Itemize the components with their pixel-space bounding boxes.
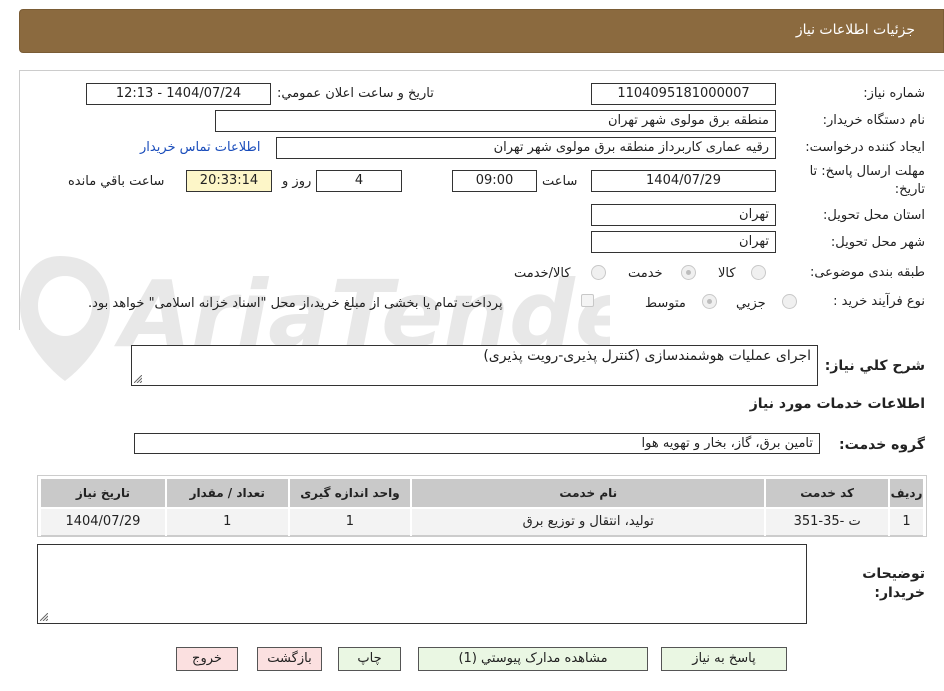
service-group-field: تامین برق، گاز، بخار و تهویه هوا xyxy=(134,433,820,454)
cell-service-code: ت -35-351 xyxy=(764,507,891,536)
resize-grip-icon[interactable] xyxy=(40,613,48,621)
col-quantity: تعداد / مقدار xyxy=(164,477,290,509)
table-header-row: ردیف کد خدمت نام خدمت واحد اندازه گیری ت… xyxy=(39,477,925,509)
category-goods-label: کالا xyxy=(718,266,736,281)
col-service-name: نام خدمت xyxy=(410,477,767,509)
resize-grip-icon[interactable] xyxy=(134,375,142,383)
process-minor-label: جزيي xyxy=(736,296,766,311)
need-number-field: 1104095181000007 xyxy=(591,83,776,105)
need-number-label: شماره نیاز: xyxy=(863,86,925,101)
back-button[interactable]: بازگشت xyxy=(257,647,322,671)
table-row: 1 ت -35-351 تولید، انتقال و توزیع برق 1 … xyxy=(39,507,925,536)
requester-label: ایجاد کننده درخواست: xyxy=(805,140,925,155)
days-field: 4 xyxy=(316,170,402,192)
remaining-label: ساعت باقي مانده xyxy=(68,174,165,189)
time-label: ساعت xyxy=(542,174,578,189)
cell-unit: 1 xyxy=(287,507,413,536)
province-field: تهران xyxy=(591,204,776,226)
cell-service-name: تولید، انتقال و توزیع برق xyxy=(410,507,767,536)
category-both-radio[interactable] xyxy=(591,265,606,280)
col-need-date: تاریخ نیاز xyxy=(39,477,167,509)
cell-quantity: 1 xyxy=(164,507,290,536)
service-group-label: گروه خدمت: xyxy=(839,437,925,453)
buyer-org-label: نام دستگاه خریدار: xyxy=(822,113,925,128)
deadline-time-field: 09:00 xyxy=(452,170,537,192)
notes-label: توضیحات xyxy=(862,566,925,582)
page-header: جزئیات اطلاعات نیاز xyxy=(19,9,944,53)
page-title: جزئیات اطلاعات نیاز xyxy=(795,22,915,38)
process-medium-radio[interactable] xyxy=(702,294,717,309)
col-unit: واحد اندازه گیری xyxy=(287,477,413,509)
services-section-title: اطلاعات خدمات مورد نیاز xyxy=(749,396,925,412)
description-label: شرح کلي نیاز: xyxy=(824,358,925,374)
payment-note: پرداخت تمام یا بخشی از مبلغ خرید،از محل … xyxy=(88,296,503,311)
city-field: تهران xyxy=(591,231,776,253)
process-minor-radio[interactable] xyxy=(782,294,797,309)
category-goods-radio[interactable] xyxy=(751,265,766,280)
deadline-label: مهلت ارسال پاسخ: تا xyxy=(809,164,925,179)
col-row-number: ردیف xyxy=(888,477,925,509)
days-label: روز و xyxy=(282,174,312,189)
process-label: نوع فرآیند خرید : xyxy=(833,294,925,309)
description-textarea[interactable]: اجرای عملیات هوشمندسازی (کنترل پذیری-روی… xyxy=(131,345,818,386)
category-service-label: خدمت xyxy=(628,266,663,281)
remaining-time-field: 20:33:14 xyxy=(186,170,272,192)
announce-label: تاریخ و ساعت اعلان عمومي: xyxy=(277,86,434,101)
cell-row-number: 1 xyxy=(888,507,925,536)
category-both-label: کالا/خدمت xyxy=(514,266,571,281)
col-service-code: کد خدمت xyxy=(764,477,891,509)
reply-button[interactable]: پاسخ به نیاز xyxy=(661,647,787,671)
services-table: ردیف کد خدمت نام خدمت واحد اندازه گیری ت… xyxy=(39,477,925,536)
process-medium-label: متوسط xyxy=(645,296,686,311)
details-panel xyxy=(19,70,944,330)
category-label: طبقه بندی موضوعی: xyxy=(809,265,925,280)
cell-need-date: 1404/07/29 xyxy=(39,507,167,536)
description-text: اجرای عملیات هوشمندسازی (کنترل پذیری-روی… xyxy=(483,348,811,364)
exit-button[interactable]: خروج xyxy=(176,647,238,671)
view-attachments-button[interactable]: مشاهده مدارک پیوستي (1) xyxy=(418,647,648,671)
treasury-checkbox[interactable] xyxy=(581,294,594,307)
deadline-date-field: 1404/07/29 xyxy=(591,170,776,192)
print-button[interactable]: چاپ xyxy=(338,647,401,671)
category-service-radio[interactable] xyxy=(681,265,696,280)
province-label: استان محل تحویل: xyxy=(823,208,925,223)
notes-label-buyer: خریدار: xyxy=(874,585,925,601)
notes-textarea[interactable] xyxy=(37,544,807,624)
buyer-contact-link[interactable]: اطلاعات تماس خریدار xyxy=(140,140,260,155)
city-label: شهر محل تحویل: xyxy=(830,235,925,250)
announce-field: 1404/07/24 - 12:13 xyxy=(86,83,271,105)
deadline-label-date: تاریخ: xyxy=(894,182,925,197)
buyer-org-field: منطقه برق مولوی شهر تهران xyxy=(215,110,776,132)
requester-field: رقیه عماری کاربرداز منطقه برق مولوی شهر … xyxy=(276,137,776,159)
